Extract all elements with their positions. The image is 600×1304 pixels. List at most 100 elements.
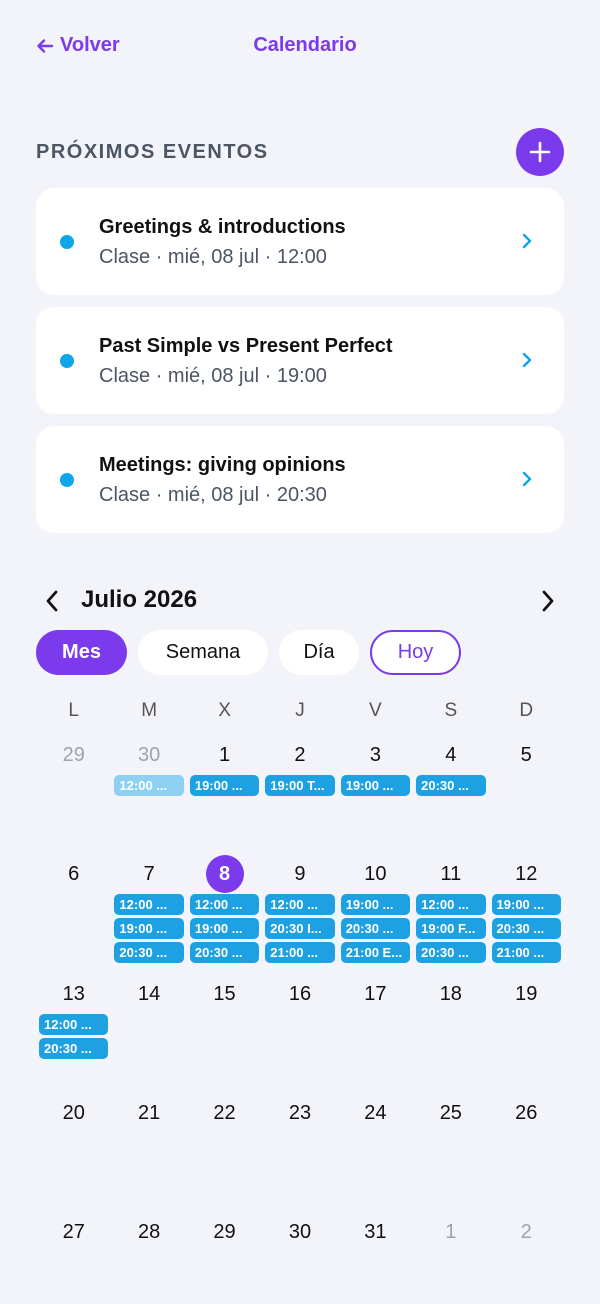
add-event-button[interactable] [516, 128, 564, 176]
day-number: 16 [288, 982, 312, 1005]
event-chip[interactable]: 19:00 ... [340, 775, 411, 796]
calendar-day[interactable]: 4 20:30 ... [413, 728, 488, 847]
day-number: 11 [440, 863, 462, 886]
event-chip[interactable]: 19:00 ... [340, 894, 411, 916]
view-week-button[interactable]: Semana [138, 630, 268, 675]
chevron-left-icon[interactable] [42, 588, 62, 614]
calendar-day[interactable]: 19 [489, 967, 564, 1086]
event-title: Greetings & introductions [99, 216, 346, 238]
calendar-day[interactable]: 17 [338, 967, 413, 1086]
day-number: 12 [515, 863, 538, 886]
calendar-day[interactable]: 20 [36, 1086, 111, 1205]
calendar-day[interactable]: 21 [111, 1086, 186, 1205]
calendar-day[interactable]: 29 [187, 1205, 262, 1304]
event-chip[interactable]: 12:00 ... [114, 894, 184, 916]
calendar-day[interactable]: 2 [489, 1205, 564, 1304]
day-number: 2 [520, 1221, 532, 1244]
event-color-dot [60, 473, 74, 487]
calendar-weeks: 29 30 12:00 ... 1 19:00 ... 2 19:00 T... 3 19:00… [36, 728, 564, 1304]
calendar-day[interactable]: 16 [262, 967, 337, 1086]
section-title: PRÓXIMOS EVENTOS [36, 141, 269, 163]
day-number: 10 [364, 863, 387, 886]
weekday-label: L [68, 700, 79, 721]
event-chip[interactable]: 12:00 ... [39, 1013, 109, 1035]
calendar-day[interactable]: 24 [338, 1086, 413, 1205]
calendar-day[interactable]: 3 19:00 ... [338, 728, 413, 847]
month-navigation: Julio 2026 [36, 584, 564, 618]
calendar-day[interactable]: 12 19:00 ... 20:30 ... 21:00 ... [489, 847, 564, 966]
event-chip[interactable]: 20:30 ... [39, 1037, 109, 1059]
calendar-day[interactable]: 18 [413, 967, 488, 1086]
event-chip[interactable]: 19:00 ... [114, 918, 184, 940]
calendar-day[interactable]: 1 19:00 ... [187, 728, 262, 847]
day-events: 19:00 ... 20:30 ... 21:00 E... [338, 894, 413, 964]
day-number: 1 [218, 744, 231, 766]
event-chip[interactable]: 21:00 ... [491, 942, 561, 964]
day-events: 19:00 ... [338, 775, 413, 796]
month-calendar: LMXJVSD 29 30 12:00 ... 1 19:00 ... 2 19:00 T.… [36, 700, 564, 1304]
calendar-week: 27 28 29 30 31 1 2 [36, 1205, 564, 1304]
calendar-day[interactable]: 29 [36, 728, 111, 847]
calendar-day[interactable]: 14 [111, 967, 186, 1086]
event-chip[interactable]: 12:00 ... [416, 894, 486, 916]
event-chip[interactable]: 20:30 ... [340, 918, 411, 940]
day-number: 29 [62, 744, 85, 766]
calendar-day[interactable]: 27 [36, 1205, 111, 1304]
calendar-day[interactable]: 23 [262, 1086, 337, 1205]
day-number: 18 [439, 982, 462, 1005]
event-chip[interactable]: 20:30 ... [114, 942, 184, 964]
today-button[interactable]: Hoy [370, 630, 461, 675]
calendar-day[interactable]: 10 19:00 ... 20:30 ... 21:00 E... [338, 847, 413, 966]
calendar-day[interactable]: 5 [489, 728, 564, 847]
event-chip[interactable]: 20:30 ... [491, 918, 561, 940]
calendar-day[interactable]: 7 12:00 ... 19:00 ... 20:30 ... [111, 847, 186, 966]
calendar-day[interactable]: 30 12:00 ... [111, 728, 186, 847]
day-events: 19:00 ... 20:30 ... 21:00 ... [489, 894, 564, 964]
day-number: 30 [138, 744, 161, 766]
event-chip[interactable]: 21:00 ... [265, 942, 335, 964]
calendar-day[interactable]: 28 [111, 1205, 186, 1304]
day-events: 12:00 ... 20:30 ... [36, 1013, 111, 1059]
calendar-day[interactable]: 11 12:00 ... 19:00 F... 20:30 ... [413, 847, 488, 966]
calendar-day[interactable]: 26 [489, 1086, 564, 1205]
event-chip[interactable]: 20:30 I... [265, 918, 335, 940]
event-chip[interactable]: 12:00 ... [114, 775, 184, 796]
day-number: 25 [439, 1101, 462, 1124]
view-month-button[interactable]: Mes [36, 630, 127, 675]
calendar-day-today[interactable]: 8 12:00 ... 19:00 ... 20:30 ... [187, 847, 262, 966]
event-chip[interactable]: 19:00 ... [189, 918, 260, 940]
event-chip[interactable]: 20:30 ... [416, 775, 486, 796]
calendar-day[interactable]: 22 [187, 1086, 262, 1205]
view-day-button[interactable]: Día [279, 630, 359, 675]
event-chip[interactable]: 12:00 ... [265, 894, 335, 916]
calendar-day[interactable]: 30 [262, 1205, 337, 1304]
day-events: 12:00 ... [111, 775, 186, 796]
event-chip[interactable]: 21:00 E... [340, 942, 411, 964]
event-chip[interactable]: 19:00 T... [265, 775, 335, 796]
event-color-dot [60, 354, 74, 368]
event-chip[interactable]: 19:00 F... [416, 918, 486, 940]
weekday-label: V [369, 700, 382, 721]
day-number: 28 [138, 1221, 161, 1244]
chevron-right-icon [522, 352, 532, 368]
event-chip[interactable]: 20:30 ... [416, 942, 486, 964]
event-card[interactable]: Past Simple vs Present Perfect Clase · m… [36, 307, 564, 414]
calendar-day[interactable]: 25 [413, 1086, 488, 1205]
chevron-right-icon[interactable] [538, 588, 558, 614]
upcoming-header: PRÓXIMOS EVENTOS [36, 128, 564, 178]
calendar-day[interactable]: 9 12:00 ... 20:30 I... 21:00 ... [262, 847, 337, 966]
day-events: 19:00 ... [187, 775, 262, 796]
event-chip[interactable]: 19:00 ... [189, 775, 260, 796]
event-chip[interactable]: 20:30 ... [189, 942, 260, 964]
event-card[interactable]: Greetings & introductions Clase · mié, 0… [36, 188, 564, 295]
calendar-day[interactable]: 13 12:00 ... 20:30 ... [36, 967, 111, 1086]
event-chip[interactable]: 19:00 ... [491, 894, 561, 916]
day-number: 8 [187, 855, 262, 893]
calendar-day[interactable]: 15 [187, 967, 262, 1086]
calendar-day[interactable]: 6 [36, 847, 111, 966]
calendar-day[interactable]: 1 [413, 1205, 488, 1304]
calendar-day[interactable]: 31 [338, 1205, 413, 1304]
calendar-day[interactable]: 2 19:00 T... [262, 728, 337, 847]
event-card[interactable]: Meetings: giving opinions Clase · mié, 0… [36, 426, 564, 533]
event-chip[interactable]: 12:00 ... [189, 894, 260, 916]
